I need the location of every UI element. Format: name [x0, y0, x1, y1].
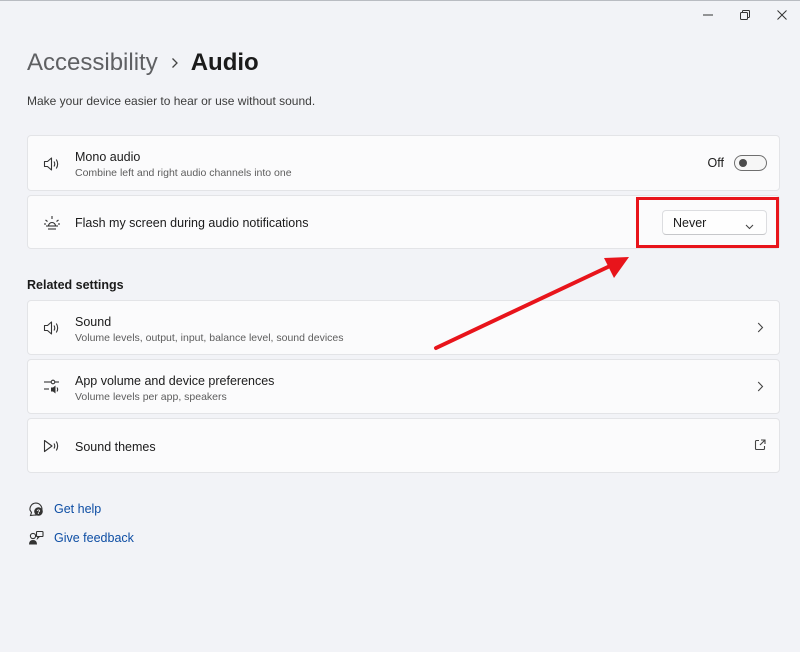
- speaker-icon: [43, 155, 61, 173]
- speaker-icon: [43, 319, 61, 337]
- sound-themes-text: Sound themes: [75, 439, 156, 455]
- maximize-button[interactable]: [726, 1, 763, 29]
- sound-description: Volume levels, output, input, balance le…: [75, 332, 344, 344]
- related-settings-heading: Related settings: [27, 278, 124, 292]
- breadcrumb: Accessibility Audio: [27, 47, 259, 79]
- give-feedback-row[interactable]: Give feedback: [27, 529, 134, 547]
- app-volume-description: Volume levels per app, speakers: [75, 391, 227, 403]
- flash-screen-text: Flash my screen during audio notificatio…: [75, 215, 308, 231]
- sound-theme-icon: [43, 437, 61, 455]
- breadcrumb-chevron-icon: [171, 57, 179, 69]
- restore-icon: [739, 10, 750, 20]
- mono-audio-description: Combine left and right audio channels in…: [75, 167, 292, 179]
- brightness-icon: [43, 214, 61, 232]
- related-item-sound[interactable]: Sound Volume levels, output, input, bala…: [27, 300, 780, 355]
- mono-audio-text: Mono audio Combine left and right audio …: [75, 149, 292, 180]
- get-help-row[interactable]: ? Get help: [27, 500, 101, 518]
- minimize-button[interactable]: [689, 1, 726, 29]
- mono-audio-title: Mono audio: [75, 150, 141, 164]
- svg-text:?: ?: [37, 509, 41, 516]
- chevron-right-icon: [757, 322, 764, 333]
- mono-audio-card: Mono audio Combine left and right audio …: [27, 135, 780, 191]
- get-help-link[interactable]: Get help: [54, 502, 101, 516]
- related-item-app-volume[interactable]: App volume and device preferences Volume…: [27, 359, 780, 414]
- feedback-icon: [27, 529, 45, 547]
- mono-audio-state-label: Off: [707, 156, 724, 170]
- chevron-right-icon: [757, 381, 764, 392]
- open-external-icon: [754, 439, 766, 451]
- breadcrumb-parent-accessibility[interactable]: Accessibility: [27, 47, 158, 79]
- give-feedback-link[interactable]: Give feedback: [54, 531, 134, 545]
- mono-audio-toggle[interactable]: [734, 155, 767, 171]
- sound-title: Sound: [75, 315, 112, 329]
- toggle-knob: [739, 159, 747, 167]
- caption-buttons: [689, 1, 800, 29]
- flash-screen-title: Flash my screen during audio notificatio…: [75, 216, 309, 230]
- sound-themes-title: Sound themes: [75, 440, 156, 454]
- page-title: Audio: [190, 49, 259, 76]
- mono-audio-toggle-wrap: Off: [708, 155, 767, 171]
- minimize-icon: [702, 14, 713, 16]
- annotation-highlight-box: [636, 197, 779, 248]
- settings-window: Accessibility Audio Make your device eas…: [0, 0, 800, 652]
- close-button[interactable]: [763, 1, 800, 29]
- app-volume-title: App volume and device preferences: [75, 374, 275, 388]
- mixer-icon: [43, 378, 61, 396]
- sound-text: Sound Volume levels, output, input, bala…: [75, 314, 344, 345]
- close-icon: [776, 10, 787, 20]
- page-subtitle: Make your device easier to hear or use w…: [27, 94, 316, 108]
- help-icon: ?: [27, 500, 45, 518]
- app-volume-text: App volume and device preferences Volume…: [75, 373, 274, 404]
- related-item-sound-themes[interactable]: Sound themes: [27, 418, 780, 473]
